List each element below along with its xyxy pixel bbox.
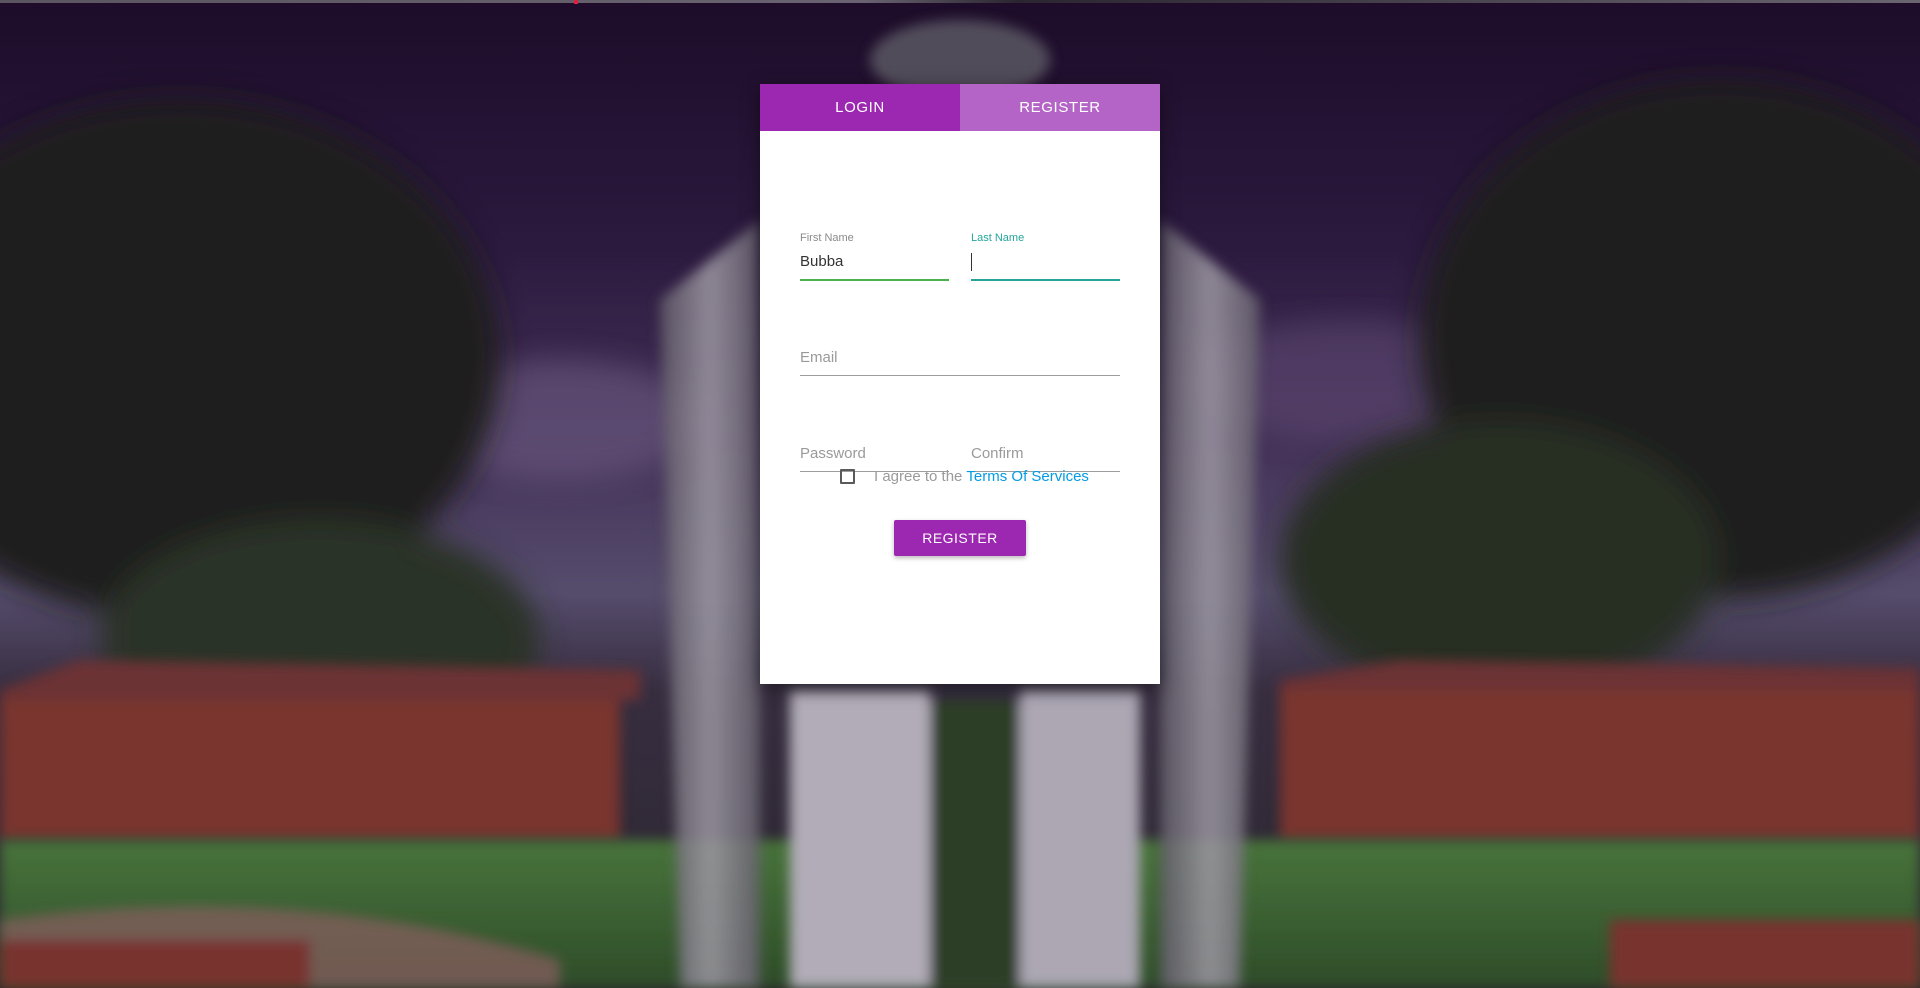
top-strip-marker <box>574 0 578 4</box>
password-placeholder: Password <box>800 445 866 462</box>
terms-link[interactable]: Terms Of Services <box>966 468 1089 485</box>
terms-agreement: I agree to the Terms Of Services <box>840 468 1089 485</box>
auth-tabs: LOGIN REGISTER <box>760 84 1160 131</box>
terms-text: I agree to the <box>874 468 963 485</box>
register-button[interactable]: REGISTER <box>894 520 1026 556</box>
email-field[interactable]: Email <box>800 345 1120 376</box>
tab-register[interactable]: REGISTER <box>960 84 1160 131</box>
first-name-label: First Name <box>800 232 854 244</box>
terms-checkbox[interactable] <box>840 469 855 484</box>
email-placeholder: Email <box>800 349 838 366</box>
first-name-field[interactable]: First Name Bubba <box>800 232 949 281</box>
confirm-placeholder: Confirm <box>971 445 1024 462</box>
text-cursor <box>971 253 972 271</box>
top-strip <box>0 0 1920 4</box>
last-name-label: Last Name <box>971 232 1025 244</box>
tab-login[interactable]: LOGIN <box>760 84 960 131</box>
first-name-value: Bubba <box>800 253 844 270</box>
auth-card: LOGIN REGISTER First Name Bubba Last Nam… <box>760 84 1160 684</box>
last-name-field[interactable]: Last Name <box>971 232 1120 281</box>
